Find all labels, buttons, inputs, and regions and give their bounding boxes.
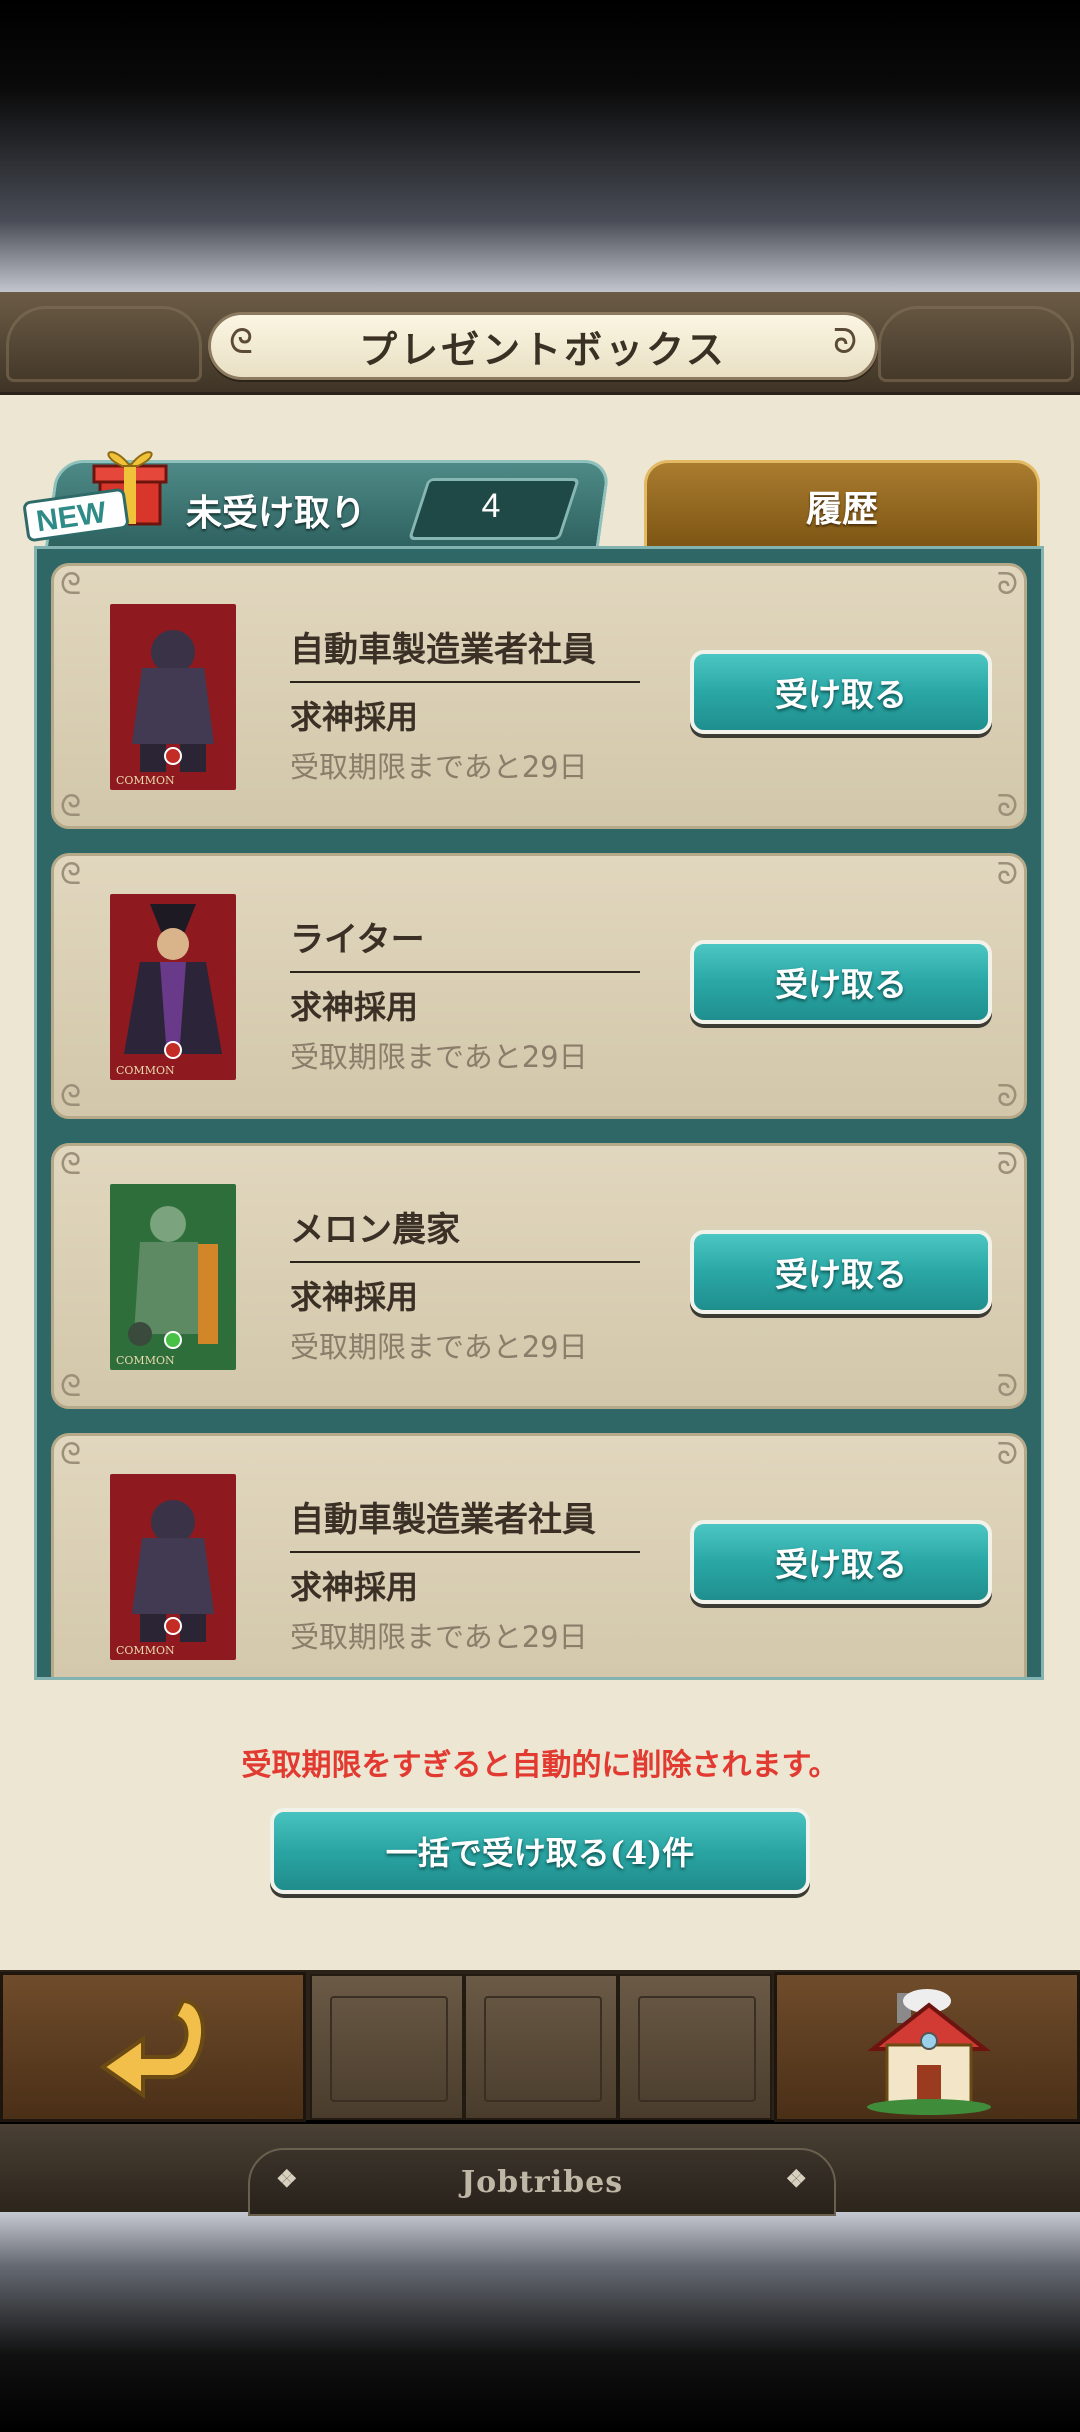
corner-ornament-icon: ᘓ — [60, 857, 82, 892]
svg-text:COMMON: COMMON — [116, 1644, 175, 1657]
svg-text:COMMON: COMMON — [116, 774, 175, 787]
corner-ornament-icon: ᘓ — [60, 789, 82, 824]
job-card-thumbnail[interactable]: COMMON — [110, 894, 236, 1080]
tab-history[interactable]: 履歴 — [644, 460, 1040, 549]
item-type: 求神採用 — [290, 988, 419, 1026]
item-type: 求神採用 — [290, 698, 419, 736]
brand-name: Jobtribes — [460, 2164, 624, 2200]
item-name: ライター — [290, 912, 640, 973]
svg-text:COMMON: COMMON — [116, 1064, 175, 1077]
title-plate: ᘓ プレゼントボックス ᘐ — [208, 312, 878, 380]
item-expiry: 受取期限まであと29日 — [290, 750, 588, 784]
list-item: ᘓ ᘐ ᘓ ᘐ COMMON ライター 求神採用 受取期限まであと29日 受け取… — [51, 853, 1027, 1119]
item-expiry: 受取期限まであと29日 — [290, 1620, 588, 1654]
corner-ornament-icon: ᘓ — [60, 1369, 82, 1404]
footer-slot-empty — [310, 1974, 464, 2120]
tab-history-label: 履歴 — [805, 488, 878, 530]
bulk-receive-label: 一括で受け取る(4)件 — [385, 1834, 695, 1872]
corner-ornament-icon: ᘐ — [996, 857, 1018, 892]
receive-button-label: 受け取る — [775, 1545, 907, 1584]
corner-ornament-icon: ᘐ — [996, 1079, 1018, 1114]
present-list[interactable]: ᘓ ᘐ ᘓ ᘐ COMMON 自動車製造業者社員 求神採用 受取期限まであと29… — [34, 546, 1044, 1680]
page-title: プレゼントボックス — [359, 326, 727, 372]
bulk-receive-button[interactable]: 一括で受け取る(4)件 — [270, 1808, 810, 1894]
corner-ornament-icon: ᘐ — [996, 789, 1018, 824]
footer-slot-empty — [464, 1974, 618, 2120]
receive-button[interactable]: 受け取る — [690, 940, 992, 1024]
back-button[interactable] — [0, 1972, 306, 2122]
list-item: ᘓ ᘐ ᘓ ᘐ COMMON 自動車製造業者社員 求神採用 受取期限まであと29… — [51, 563, 1027, 829]
home-button[interactable] — [774, 1972, 1080, 2122]
list-item: ᘓ ᘐ ᘓ ᘐ COMMON メロン農家 求神採用 受取期限まであと29日 受け… — [51, 1143, 1027, 1409]
item-type: 求神採用 — [290, 1278, 419, 1316]
corner-ornament-icon: ᘓ — [60, 1147, 82, 1182]
corner-ornament-icon: ᘓ — [60, 567, 82, 602]
item-type: 求神採用 — [290, 1568, 419, 1606]
list-item: ᘓ ᘐ COMMON 自動車製造業者社員 求神採用 受取期限まであと29日 受け… — [51, 1433, 1027, 1677]
corner-ornament-icon: ᘐ — [996, 567, 1018, 602]
new-gift-icon: NEW — [23, 451, 168, 542]
header-ornament-left — [6, 306, 202, 382]
corner-ornament-icon: ᘐ — [996, 1147, 1018, 1182]
unreceived-count: 4 — [481, 486, 501, 525]
swirl-left-icon: ᘓ — [229, 322, 253, 362]
expiry-notice: 受取期限をすぎると自動的に削除されます。 — [241, 1748, 839, 1783]
corner-ornament-icon: ᘓ — [60, 1437, 82, 1472]
receive-button[interactable]: 受け取る — [690, 1230, 992, 1314]
receive-button[interactable]: 受け取る — [690, 650, 992, 734]
swirl-right-icon: ᘐ — [833, 322, 857, 362]
receive-button[interactable]: 受け取る — [690, 1520, 992, 1604]
item-name: メロン農家 — [290, 1202, 640, 1263]
receive-button-label: 受け取る — [775, 965, 907, 1004]
receive-button-label: 受け取る — [775, 1255, 907, 1294]
job-card-thumbnail[interactable]: COMMON — [110, 1474, 236, 1660]
item-expiry: 受取期限まであと29日 — [290, 1040, 588, 1074]
job-card-thumbnail[interactable]: COMMON — [110, 1184, 236, 1370]
item-name: 自動車製造業者社員 — [290, 622, 640, 683]
top-letterbox — [0, 0, 1080, 295]
back-arrow-icon — [99, 1998, 205, 2099]
corner-ornament-icon: ᘐ — [996, 1369, 1018, 1404]
item-name: 自動車製造業者社員 — [290, 1492, 640, 1553]
footer-slot-empty — [618, 1974, 772, 2120]
svg-text:COMMON: COMMON — [116, 1354, 175, 1367]
corner-ornament-icon: ᘐ — [996, 1437, 1018, 1472]
receive-button-label: 受け取る — [775, 675, 907, 714]
home-icon — [867, 1989, 991, 2115]
bottom-letterbox — [0, 2210, 1080, 2432]
item-expiry: 受取期限まであと29日 — [290, 1330, 588, 1364]
tab-unreceived-label: 未受け取り — [186, 492, 367, 534]
brand-plate: ❖ Jobtribes ❖ — [248, 2148, 836, 2216]
diamond-icon: ❖ — [785, 2164, 808, 2193]
job-card-thumbnail[interactable]: COMMON — [110, 604, 236, 790]
header-ornament-right — [878, 306, 1074, 382]
corner-ornament-icon: ᘓ — [60, 1079, 82, 1114]
diamond-icon: ❖ — [276, 2164, 299, 2193]
